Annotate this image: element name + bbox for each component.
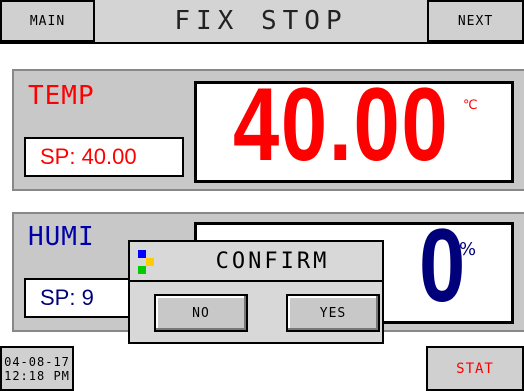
humi-label: HUMI: [28, 222, 95, 252]
dialog-title-bar: CONFIRM: [130, 242, 382, 282]
humi-unit: %: [459, 239, 477, 260]
dialog-icon: [138, 250, 156, 274]
dialog-title: CONFIRM: [215, 248, 330, 274]
temp-value: 40.00: [233, 67, 450, 183]
date-text: 04-08-17: [4, 354, 70, 369]
header-bar: MAIN FIX STOP NEXT: [0, 0, 524, 44]
page-title: FIX STOP: [174, 6, 348, 36]
stat-button[interactable]: STAT: [426, 346, 524, 391]
no-button[interactable]: NO: [154, 294, 248, 332]
hmi-screen: MAIN FIX STOP NEXT TEMP SP: 40.00 40.00 …: [0, 0, 524, 391]
temp-unit: ℃: [463, 98, 478, 113]
confirm-dialog: CONFIRM NO YES: [128, 240, 384, 344]
humi-value: 0: [419, 208, 467, 324]
temp-label: TEMP: [28, 81, 95, 111]
next-button[interactable]: NEXT: [427, 0, 524, 42]
datetime-display: 04-08-17 12:18 PM: [0, 346, 74, 391]
temp-panel: TEMP SP: 40.00 40.00 ℃: [12, 67, 524, 191]
main-button[interactable]: MAIN: [0, 0, 95, 42]
temp-setpoint-display: SP: 40.00: [24, 137, 184, 177]
time-text: 12:18 PM: [4, 368, 70, 383]
yes-button[interactable]: YES: [286, 294, 380, 332]
temp-value-box: 40.00 ℃: [194, 67, 514, 183]
